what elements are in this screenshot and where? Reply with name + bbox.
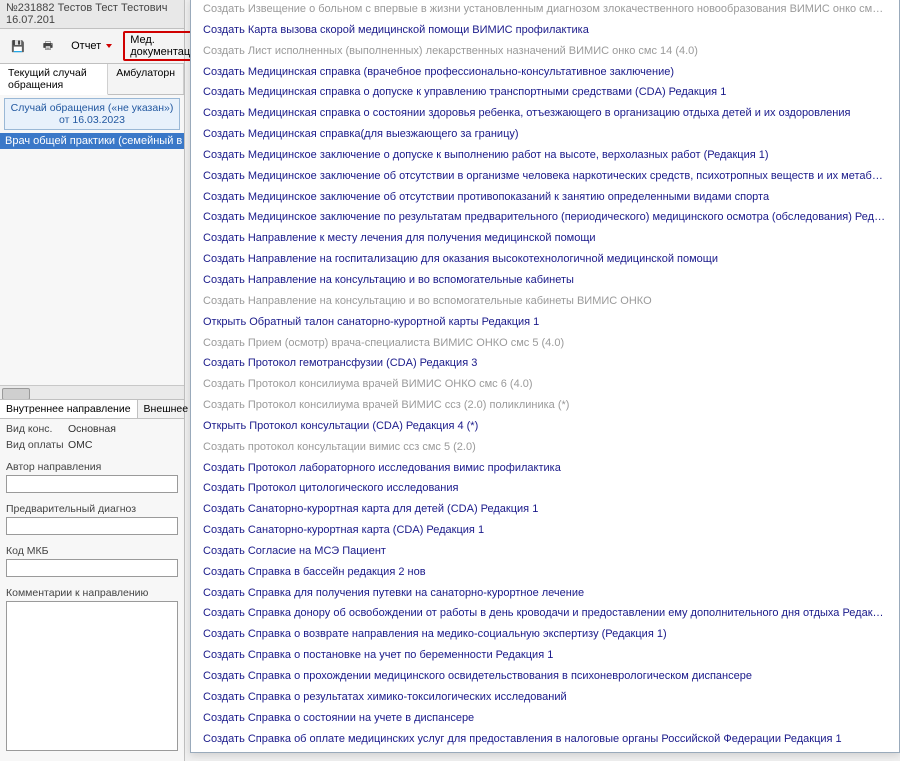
- toolbar: 💾 🖶 Отчет Мед. документация: [0, 29, 184, 64]
- report-label: Отчет: [71, 40, 101, 52]
- menu-item[interactable]: Создать Карта вызова скорой медицинской …: [191, 20, 899, 41]
- menu-item: Создать Протокол консилиума врачей ВИМИС…: [191, 395, 899, 416]
- chevron-down-icon: [106, 44, 112, 48]
- menu-item[interactable]: Создать Направление на госпитализацию дл…: [191, 249, 899, 270]
- vid-kons-value[interactable]: Основная: [68, 423, 178, 435]
- case-info[interactable]: Случай обращения («не указан») от 16.03.…: [4, 98, 180, 130]
- print-icon: 🖶: [43, 37, 53, 56]
- vid-kons-label: Вид конс.: [6, 423, 64, 435]
- preddiag-input[interactable]: [6, 517, 178, 535]
- menu-item[interactable]: Создать Протокол цитологического исследо…: [191, 478, 899, 499]
- doctor-row[interactable]: Врач общей практики (семейный в: [0, 133, 184, 149]
- direction-form: Вид конс. Основная Вид оплаты ОМС Автор …: [0, 419, 184, 761]
- med-doc-menu: Создать Извещение о больном с впервые в …: [190, 0, 900, 753]
- horizontal-scrollbar[interactable]: [0, 385, 184, 399]
- menu-item[interactable]: Открыть Обратный талон санаторно-курортн…: [191, 312, 899, 333]
- mkb-input[interactable]: [6, 559, 178, 577]
- menu-item[interactable]: Создать Направление на консультацию и во…: [191, 270, 899, 291]
- case-info-line2: от 16.03.2023: [9, 114, 175, 126]
- menu-item[interactable]: Создать Справка о прохождении медицинско…: [191, 666, 899, 687]
- direction-tabs: Внутреннее направление Внешнее на: [0, 399, 184, 419]
- menu-item[interactable]: Создать Протокол гемотрансфузии (CDA) Ре…: [191, 353, 899, 374]
- menu-item[interactable]: Создать Медицинское заключение по резуль…: [191, 207, 899, 228]
- menu-item: Создать Лист исполненных (выполненных) л…: [191, 41, 899, 62]
- menu-item[interactable]: Создать Справка для получения путевки на…: [191, 583, 899, 604]
- patient-header: №231882 Тестов Тест Тестович 16.07.201: [0, 0, 184, 29]
- comments-label: Комментарии к направлению: [6, 587, 178, 599]
- menu-item[interactable]: Создать Медицинская справка о допуске к …: [191, 82, 899, 103]
- menu-item[interactable]: Создать Санаторно-курортная карта (CDA) …: [191, 520, 899, 541]
- vid-oplaty-label: Вид оплаты: [6, 439, 64, 451]
- menu-item: Создать Направление на консультацию и во…: [191, 291, 899, 312]
- menu-item[interactable]: Создать Медицинская справка о состоянии …: [191, 103, 899, 124]
- menu-item[interactable]: Создать Санаторно-курортная карта для де…: [191, 499, 899, 520]
- menu-item[interactable]: Создать Справка об отказе в направлении …: [191, 749, 899, 753]
- menu-item[interactable]: Создать Справка об оплате медицинских ус…: [191, 729, 899, 750]
- tab-internal-direction[interactable]: Внутреннее направление: [0, 400, 138, 418]
- tab-current-case[interactable]: Текущий случай обращения: [0, 64, 108, 95]
- tab-outpatient[interactable]: Амбулаторн: [108, 64, 184, 94]
- menu-item[interactable]: Создать Справка в бассейн редакция 2 нов: [191, 562, 899, 583]
- mkb-label: Код МКБ: [6, 545, 178, 557]
- author-input[interactable]: [6, 475, 178, 493]
- menu-item[interactable]: Создать Медицинское заключение об отсутс…: [191, 166, 899, 187]
- print-button[interactable]: 🖶: [36, 34, 60, 59]
- menu-item[interactable]: Создать Справка о возврате направления н…: [191, 624, 899, 645]
- menu-item: Создать Протокол консилиума врачей ВИМИС…: [191, 374, 899, 395]
- case-info-line1: Случай обращения («не указан»): [9, 102, 175, 114]
- menu-item[interactable]: Создать Справка донору об освобождении о…: [191, 603, 899, 624]
- menu-item[interactable]: Создать Справка о состоянии на учете в д…: [191, 708, 899, 729]
- menu-item[interactable]: Создать Справка о результатах химико-ток…: [191, 687, 899, 708]
- vid-oplaty-value[interactable]: ОМС: [68, 439, 178, 451]
- menu-item[interactable]: Открыть Протокол консультации (CDA) Реда…: [191, 416, 899, 437]
- menu-item[interactable]: Создать Протокол лабораторного исследова…: [191, 458, 899, 479]
- menu-item[interactable]: Создать Медицинское заключение о допуске…: [191, 145, 899, 166]
- sidebar: №231882 Тестов Тест Тестович 16.07.201 💾…: [0, 0, 185, 761]
- preddiag-label: Предварительный диагноз: [6, 503, 178, 515]
- menu-item: Создать протокол консультации вимис ссз …: [191, 437, 899, 458]
- menu-item[interactable]: Создать Направление к месту лечения для …: [191, 228, 899, 249]
- menu-item[interactable]: Создать Медицинская справка (врачебное п…: [191, 62, 899, 83]
- menu-item[interactable]: Создать Медицинское заключение об отсутс…: [191, 187, 899, 208]
- menu-item: Создать Прием (осмотр) врача-специалиста…: [191, 333, 899, 354]
- save-button[interactable]: 💾: [4, 37, 32, 56]
- author-label: Автор направления: [6, 461, 178, 473]
- menu-item[interactable]: Создать Согласие на МСЭ Пациент: [191, 541, 899, 562]
- menu-item: Создать Извещение о больном с впервые в …: [191, 0, 899, 20]
- report-dropdown[interactable]: Отчет: [64, 37, 119, 55]
- menu-item[interactable]: Создать Справка о постановке на учет по …: [191, 645, 899, 666]
- save-icon: 💾: [11, 40, 25, 53]
- tree-area: [0, 149, 184, 399]
- menu-item[interactable]: Создать Медицинская справка(для выезжающ…: [191, 124, 899, 145]
- comments-textarea[interactable]: [6, 601, 178, 751]
- case-tabs: Текущий случай обращения Амбулаторн: [0, 64, 184, 95]
